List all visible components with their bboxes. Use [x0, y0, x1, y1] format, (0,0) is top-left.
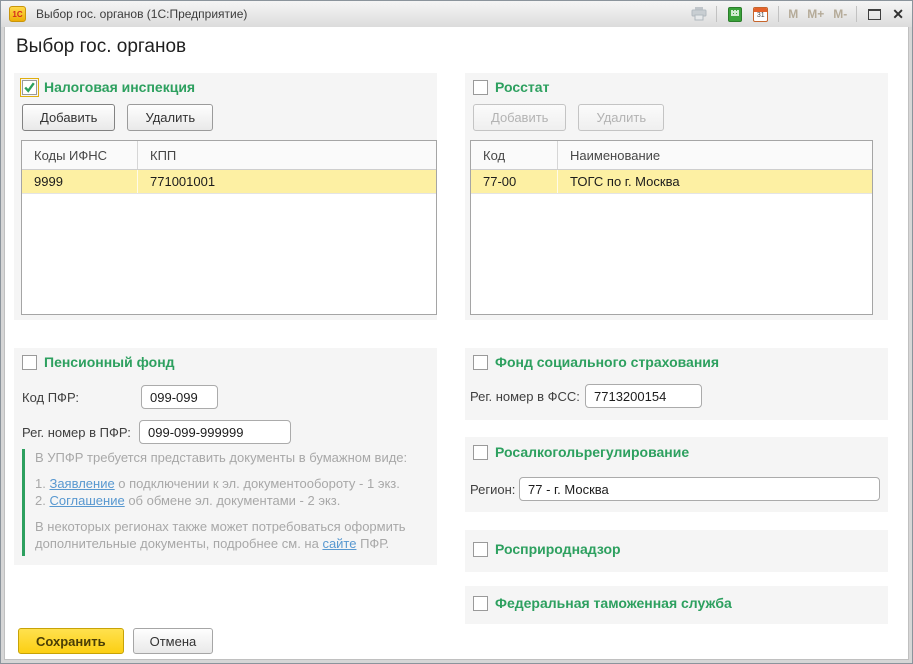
titlebar-buttons: 31 M M+ M- ✕: [690, 6, 904, 22]
save-button[interactable]: Сохранить: [18, 628, 124, 654]
rosstat-col-header-name[interactable]: Наименование: [558, 141, 872, 169]
footer-buttons: Сохранить Отмена: [18, 628, 213, 654]
rosstat-table-row[interactable]: 77-00 ТОГС по г. Москва: [471, 170, 872, 194]
fss-regnum-input[interactable]: [585, 384, 702, 408]
rosstat-table: Код Наименование 77-00 ТОГС по г. Москва: [470, 140, 873, 315]
rosstat-section-header: Росстат: [465, 73, 888, 95]
tax-cell-code: 9999: [22, 170, 138, 193]
1c-logo-icon: 1С: [9, 6, 26, 22]
titlebar-separator: [778, 6, 779, 22]
tax-col-header-codes[interactable]: Коды ИФНС: [22, 141, 138, 169]
pfr-note-item2: 2. Соглашение об обмене эл. документами …: [35, 493, 424, 510]
rosstat-col-header-code[interactable]: Код: [471, 141, 558, 169]
maximize-button[interactable]: [866, 6, 883, 22]
titlebar[interactable]: 1С Выбор гос. органов (1С:Предприятие) 3…: [1, 1, 912, 27]
alco-region-label: Регион:: [470, 482, 519, 497]
pfr-regnum-input[interactable]: [139, 420, 291, 444]
alco-region-input[interactable]: [519, 477, 880, 501]
pfr-regnum-row: Рег. номер в ПФР:: [22, 420, 291, 444]
print-icon[interactable]: [690, 6, 707, 22]
window-title: Выбор гос. органов (1С:Предприятие): [36, 7, 247, 21]
pfr-code-row: Код ПФР:: [22, 385, 218, 409]
pfr-site-link[interactable]: сайте: [322, 536, 356, 551]
section-social-insurance: Фонд социального страхования Рег. номер …: [465, 348, 888, 420]
tax-checkbox[interactable]: [22, 80, 37, 95]
calendar-icon[interactable]: 31: [752, 6, 769, 22]
app-window: 1С Выбор гос. органов (1С:Предприятие) 3…: [0, 0, 913, 664]
rosstat-table-header: Код Наименование: [471, 141, 872, 170]
pfr-section-header: Пенсионный фонд: [14, 348, 437, 370]
rosstat-section-title: Росстат: [495, 79, 549, 95]
rosstat-delete-button[interactable]: Удалить: [578, 104, 664, 131]
tax-table-row[interactable]: 9999 771001001: [22, 170, 436, 194]
alco-region-row: Регион:: [470, 477, 880, 501]
checkmark-icon: [23, 81, 36, 94]
fss-section-title: Фонд социального страхования: [495, 354, 719, 370]
tax-section-title: Налоговая инспекция: [44, 79, 195, 95]
pfr-code-label: Код ПФР:: [22, 390, 141, 405]
memory-m-minus-button[interactable]: M-: [833, 7, 847, 21]
pfr-note-line2: В некоторых регионах также может потребо…: [35, 519, 424, 553]
section-nature-supervision: Росприроднадзор: [465, 530, 888, 572]
nature-section-title: Росприроднадзор: [495, 541, 621, 557]
tax-cell-kpp: 771001001: [138, 170, 436, 193]
fss-regnum-row: Рег. номер в ФСС:: [470, 384, 702, 408]
nature-section-header: Росприроднадзор: [465, 530, 888, 557]
pfr-section-title: Пенсионный фонд: [44, 354, 175, 370]
close-button[interactable]: ✕: [892, 7, 904, 21]
tax-table: Коды ИФНС КПП 9999 771001001: [21, 140, 437, 315]
nature-checkbox[interactable]: [473, 542, 488, 557]
customs-section-title: Федеральная таможенная служба: [495, 595, 732, 611]
customs-section-header: Федеральная таможенная служба: [465, 586, 888, 611]
tax-section-header: Налоговая инспекция: [14, 73, 437, 95]
pfr-regnum-label: Рег. номер в ПФР:: [22, 425, 139, 440]
section-tax-inspection: Налоговая инспекция Добавить Удалить Код…: [14, 73, 437, 320]
section-federal-customs: Федеральная таможенная служба: [465, 586, 888, 624]
page-title: Выбор гос. органов: [16, 36, 186, 58]
pfr-info-note: В УПФР требуется представить документы в…: [22, 449, 428, 556]
rosstat-buttons-row: Добавить Удалить: [473, 104, 664, 131]
section-alcohol-regulation: Росалкогольрегулирование Регион:: [465, 437, 888, 512]
rosstat-add-button[interactable]: Добавить: [473, 104, 566, 131]
alco-section-header: Росалкогольрегулирование: [465, 437, 888, 460]
section-rosstat: Росстат Добавить Удалить Код Наименовани…: [465, 73, 888, 320]
rosstat-cell-code: 77-00: [471, 170, 558, 193]
fss-regnum-label: Рег. номер в ФСС:: [470, 389, 585, 404]
rosstat-cell-name: ТОГС по г. Москва: [558, 170, 872, 193]
alco-section-title: Росалкогольрегулирование: [495, 444, 689, 460]
memory-m-plus-button[interactable]: M+: [807, 7, 824, 21]
calculator-icon[interactable]: [726, 6, 743, 22]
application-link[interactable]: Заявление: [49, 476, 114, 491]
tax-table-header: Коды ИФНС КПП: [22, 141, 436, 170]
memory-m-button[interactable]: M: [788, 7, 798, 21]
pfr-checkbox[interactable]: [22, 355, 37, 370]
titlebar-separator: [716, 6, 717, 22]
rosstat-checkbox[interactable]: [473, 80, 488, 95]
tax-add-button[interactable]: Добавить: [22, 104, 115, 131]
cancel-button[interactable]: Отмена: [133, 628, 214, 654]
fss-section-header: Фонд социального страхования: [465, 348, 888, 370]
tax-buttons-row: Добавить Удалить: [22, 104, 213, 131]
customs-checkbox[interactable]: [473, 596, 488, 611]
alco-checkbox[interactable]: [473, 445, 488, 460]
fss-checkbox[interactable]: [473, 355, 488, 370]
agreement-link[interactable]: Соглашение: [49, 493, 124, 508]
pfr-note-line1: В УПФР требуется представить документы в…: [35, 450, 424, 467]
pfr-code-input[interactable]: [141, 385, 218, 409]
tax-col-header-kpp[interactable]: КПП: [138, 141, 436, 169]
section-pension-fund: Пенсионный фонд Код ПФР: Рег. номер в ПФ…: [14, 348, 437, 565]
titlebar-separator: [856, 6, 857, 22]
pfr-note-item1: 1. Заявление о подключении к эл. докумен…: [35, 476, 424, 493]
tax-delete-button[interactable]: Удалить: [127, 104, 213, 131]
